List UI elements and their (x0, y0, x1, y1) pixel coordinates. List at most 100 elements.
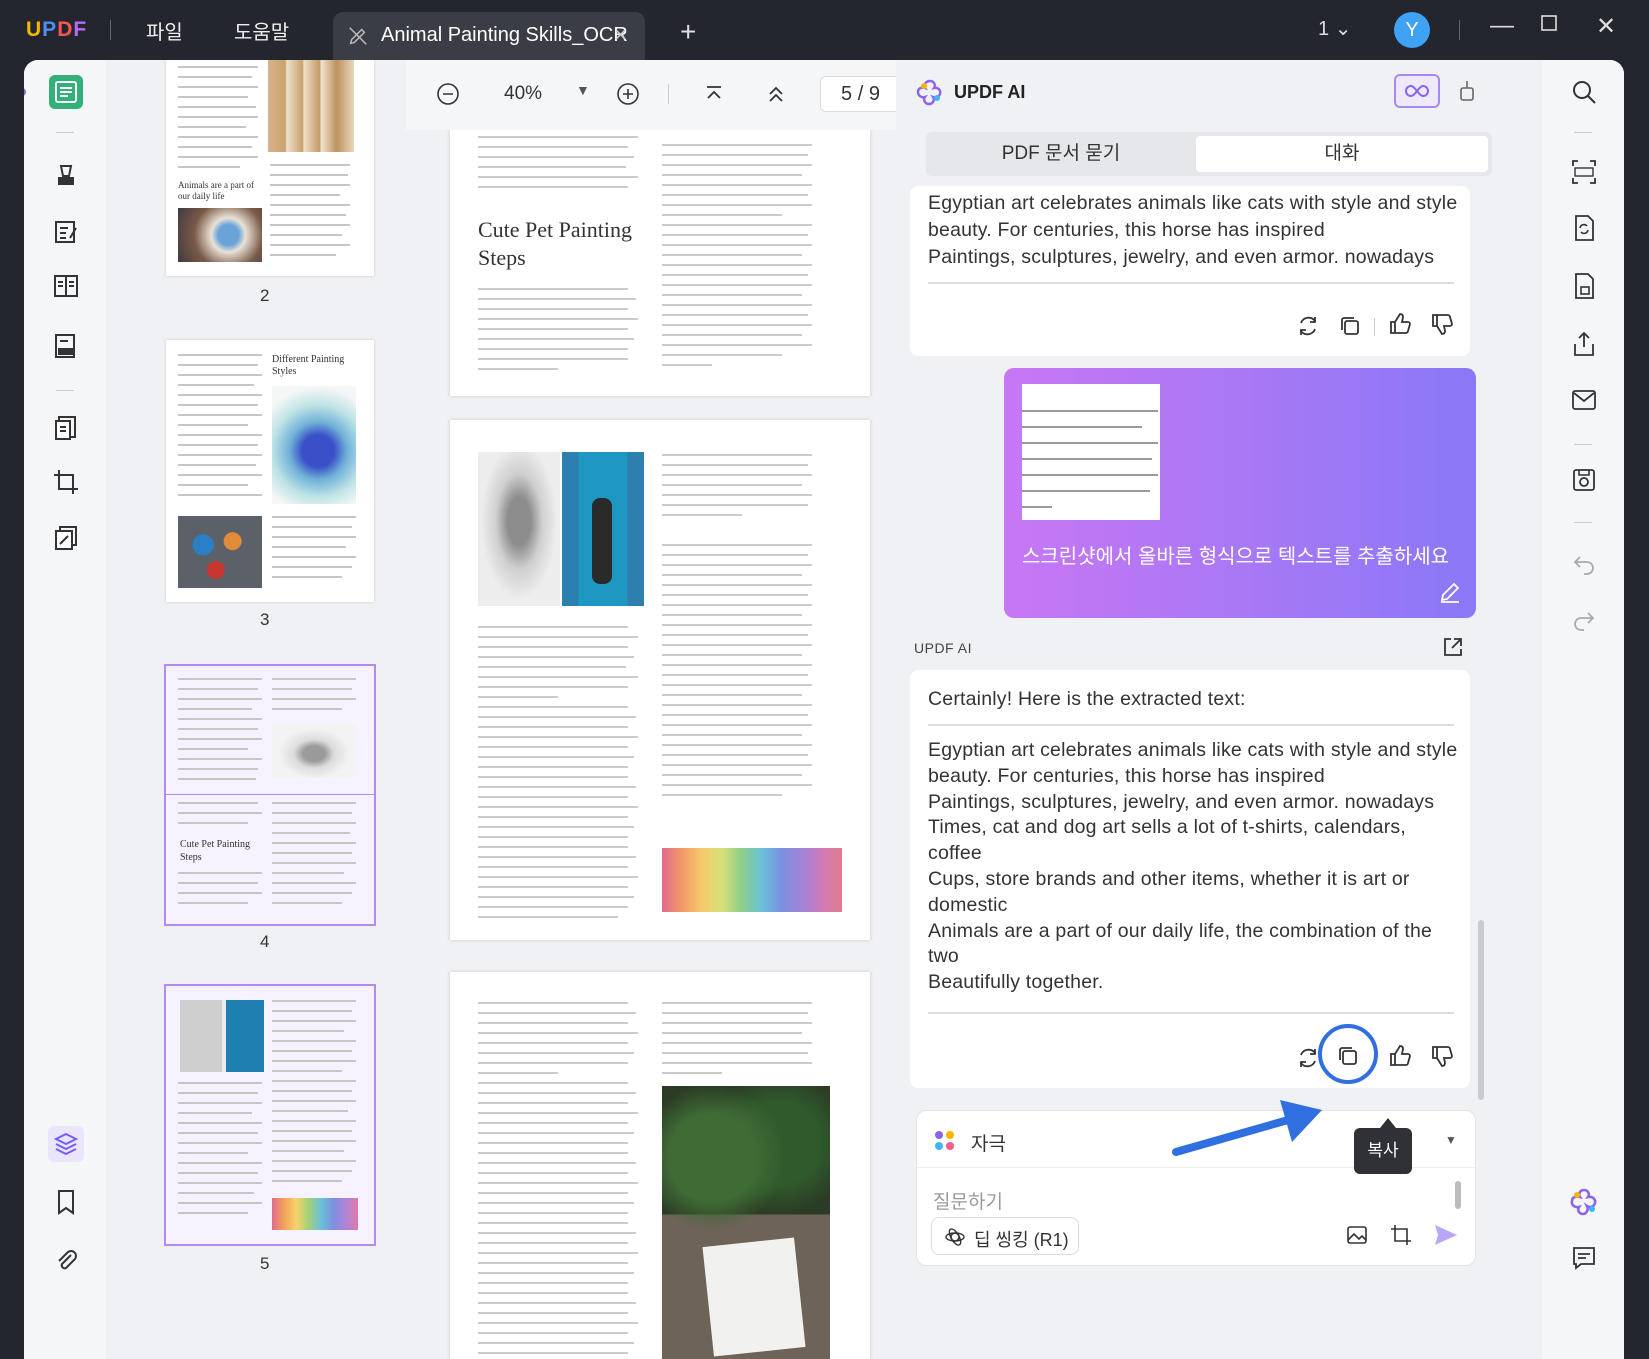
search-icon[interactable] (1568, 76, 1600, 108)
current-page: 5 (841, 83, 853, 105)
question-input[interactable]: 질문하기 (933, 1187, 1003, 1214)
edit-off-icon (349, 27, 367, 45)
copy-icon[interactable] (1336, 312, 1364, 340)
watermark-icon[interactable] (48, 520, 84, 556)
tooltip-pointer (1380, 1118, 1396, 1128)
total-pages: 9 (868, 83, 880, 105)
comment-highlighter-icon[interactable] (48, 158, 84, 194)
regenerate-icon[interactable] (1294, 312, 1322, 340)
zoom-out-icon[interactable] (436, 82, 460, 106)
minimize-icon[interactable]: — (1490, 12, 1514, 40)
layers-icon[interactable] (48, 1126, 84, 1162)
thumbs-up-icon[interactable] (1386, 310, 1414, 338)
zoom-dropdown-icon[interactable]: ▼ (576, 82, 590, 98)
input-scrollbar[interactable] (1455, 1181, 1461, 1209)
thumbnail-caption: Different Painting Styles (272, 354, 345, 377)
elephant-sketch-image (478, 452, 560, 606)
divider (1574, 522, 1592, 523)
copy-answer-icon[interactable] (1334, 1042, 1362, 1070)
zoom-level[interactable]: 40% (504, 83, 542, 105)
screenshot-thumbnail[interactable] (1022, 384, 1160, 520)
thumbs-down-icon[interactable] (1428, 1042, 1456, 1070)
maximize-icon[interactable] (1540, 14, 1558, 32)
save-icon[interactable] (1568, 464, 1600, 496)
divider (928, 724, 1454, 726)
share-icon[interactable] (1568, 328, 1600, 360)
answer-line: two (928, 945, 959, 968)
add-tab-icon[interactable]: + (680, 16, 696, 48)
divider (668, 84, 669, 104)
ai-mode-tabs: PDF 문서 묻기 대화 (926, 132, 1492, 176)
close-tab-icon[interactable]: × (614, 22, 627, 48)
thumbnail-page-3[interactable]: Different Painting Styles (166, 340, 374, 602)
infinity-mode-icon[interactable] (1394, 74, 1440, 108)
dog-sketch-image (272, 724, 356, 778)
answer-text: Egyptian art celebrates animals like cat… (928, 738, 1458, 996)
edit-pdf-icon[interactable] (48, 214, 84, 250)
tab-ask-pdf[interactable]: PDF 문서 묻기 (930, 136, 1192, 172)
redo-icon[interactable] (1568, 604, 1600, 636)
thumbs-down-icon[interactable] (1428, 310, 1456, 338)
page-heading: Cute Pet Painting Steps (478, 217, 632, 270)
pencils-image (272, 1198, 358, 1230)
chat-scrollbar[interactable] (1478, 920, 1484, 1100)
close-window-icon[interactable]: ✕ (1596, 12, 1616, 41)
menu-file[interactable]: 파일 (146, 16, 183, 45)
ai-response-card: Egyptian art celebrates animals like cat… (910, 186, 1470, 356)
updf-ai-icon[interactable] (1568, 1186, 1600, 1218)
ai-panel-header: UPDF AI (896, 60, 1542, 124)
document-tab[interactable]: Animal Painting Skills_OCR × (333, 12, 645, 60)
convert-icon[interactable] (1568, 212, 1600, 244)
reader-mode-icon[interactable] (48, 74, 84, 110)
menu-help[interactable]: 도움말 (234, 16, 289, 45)
first-page-icon[interactable] (702, 82, 726, 106)
thumbnail-page-4[interactable]: Cute Pet Painting Steps (164, 664, 376, 926)
tab-chat[interactable]: 대화 (1196, 136, 1488, 172)
divider (928, 282, 1454, 284)
email-icon[interactable] (1568, 384, 1600, 416)
undo-icon[interactable] (1568, 548, 1600, 580)
pdf-page-5 (450, 420, 870, 940)
user-avatar[interactable]: Y (1394, 12, 1430, 48)
page-selector-value: 1 (1318, 18, 1330, 40)
response-line: beauty. For centuries, this horse has in… (928, 219, 1325, 241)
brain-icon (944, 1226, 966, 1248)
document-viewer: Cute Pet Painting Steps 40% ▼ 5 / 9 (406, 60, 910, 1359)
ai-assistant-panel: UPDF AI PDF 문서 묻기 대화 Egyptian art celebr… (896, 60, 1542, 1359)
edit-icon[interactable] (1438, 580, 1462, 604)
organize-pages-icon[interactable] (48, 410, 84, 446)
screenshot-capture-icon[interactable] (1389, 1223, 1413, 1247)
comment-list-icon[interactable] (1568, 1242, 1600, 1274)
previous-page-icon[interactable] (764, 82, 788, 106)
updf-logo[interactable]: UPDF (26, 18, 87, 42)
prompt-type-dropdown-icon[interactable]: ▼ (1445, 1133, 1457, 1147)
crop-icon[interactable] (48, 464, 84, 500)
zoom-in-icon[interactable] (616, 82, 640, 106)
page-selector[interactable]: 1 ⌄ (1318, 16, 1351, 41)
response-line: Egyptian art celebrates animals like cat… (928, 192, 1458, 214)
thumbnail-page-2[interactable]: Animals are a part of our daily life (166, 60, 374, 276)
bookmark-icon[interactable] (48, 1184, 84, 1220)
thumbnail-caption: Cute Pet Painting Steps (180, 839, 250, 863)
thumbnail-number: 5 (260, 1254, 270, 1273)
thumbs-up-icon[interactable] (1386, 1042, 1414, 1070)
send-icon[interactable] (1433, 1223, 1459, 1247)
page-layout-icon[interactable] (48, 268, 84, 304)
palette-image (178, 208, 262, 262)
prompt-type-label[interactable]: 자극 (971, 1129, 1006, 1156)
image-upload-icon[interactable] (1345, 1223, 1369, 1247)
form-icon[interactable] (48, 328, 84, 364)
divider (928, 1012, 1454, 1014)
ocr-icon[interactable] (1568, 156, 1600, 188)
divider (1574, 132, 1592, 133)
answer-line: beauty. For centuries, this horse has in… (928, 764, 1325, 787)
thumbnail-page-5[interactable] (164, 984, 376, 1246)
deep-thinking-button[interactable]: 딥 씽킹 (R1) (931, 1217, 1079, 1255)
attachment-icon[interactable] (48, 1242, 84, 1278)
open-external-icon[interactable] (1442, 636, 1464, 658)
protect-icon[interactable] (1568, 270, 1600, 302)
pin-icon[interactable] (1456, 78, 1478, 104)
page-separator: / (857, 83, 864, 105)
colored-pencils-image (662, 848, 842, 912)
left-toolbar (24, 60, 106, 1359)
